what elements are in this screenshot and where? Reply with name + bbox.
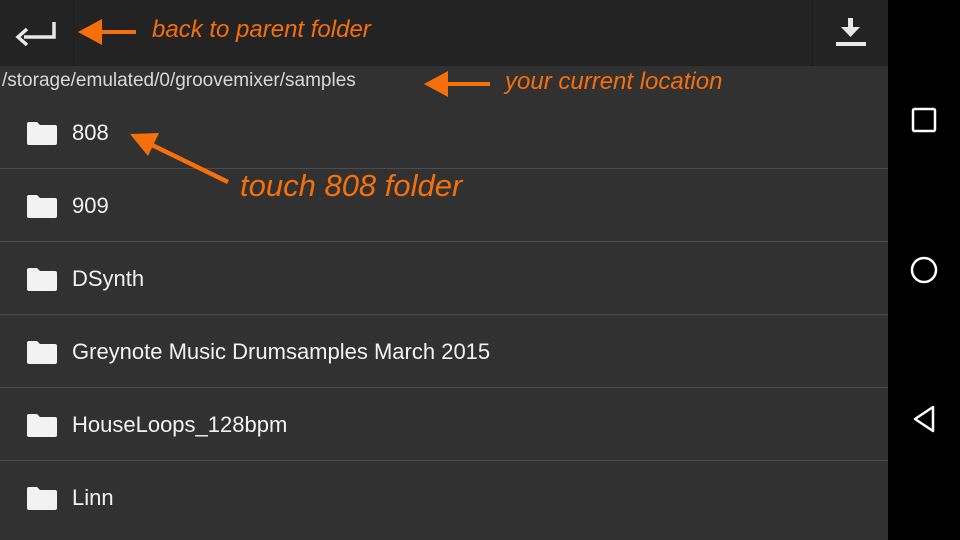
return-arrow-icon: [15, 22, 56, 47]
folder-row-linn[interactable]: Linn: [0, 461, 888, 534]
home-button[interactable]: [900, 246, 948, 294]
arrow-location-annotation: [424, 71, 490, 97]
download-icon: [836, 18, 866, 46]
folder-icon: [27, 195, 57, 218]
folder-row-dsynth[interactable]: DSynth: [0, 242, 888, 315]
folder-icon: [27, 341, 57, 364]
folder-icon: [27, 122, 57, 145]
folder-label: 909: [72, 193, 109, 218]
folder-label: Linn: [72, 485, 114, 510]
circle-icon: [910, 256, 938, 284]
back-to-parent-button[interactable]: [0, 0, 74, 66]
toolbar: [0, 0, 888, 66]
triangle-back-icon: [913, 405, 935, 433]
system-back-button[interactable]: [900, 395, 948, 443]
folder-icon: [27, 268, 57, 291]
folder-label: DSynth: [72, 266, 145, 291]
folder-label: 808: [72, 120, 109, 145]
folder-row-greynote[interactable]: Greynote Music Drumsamples March 2015: [0, 315, 888, 388]
recents-button[interactable]: [900, 96, 948, 144]
file-browser: /storage/emulated/0/groovemixer/samples …: [0, 0, 888, 540]
download-button[interactable]: [812, 0, 888, 66]
current-path: /storage/emulated/0/groovemixer/samples: [2, 70, 356, 91]
folder-row-houseloops[interactable]: HouseLoops_128bpm: [0, 388, 888, 461]
annotation-location: your current location: [505, 68, 723, 95]
square-icon: [911, 107, 937, 133]
annotation-back: back to parent folder: [152, 16, 371, 43]
folder-label: Greynote Music Drumsamples March 2015: [72, 339, 491, 364]
folder-row-808[interactable]: 808: [0, 96, 888, 169]
system-nav-bar: [888, 0, 960, 540]
folder-icon: [27, 414, 57, 437]
folder-label: HouseLoops_128bpm: [72, 412, 288, 437]
folder-icon: [27, 487, 57, 510]
annotation-touch-808: touch 808 folder: [240, 168, 463, 203]
folder-list: 808 909 DSynth Greynote Music Drumsample…: [0, 96, 888, 534]
